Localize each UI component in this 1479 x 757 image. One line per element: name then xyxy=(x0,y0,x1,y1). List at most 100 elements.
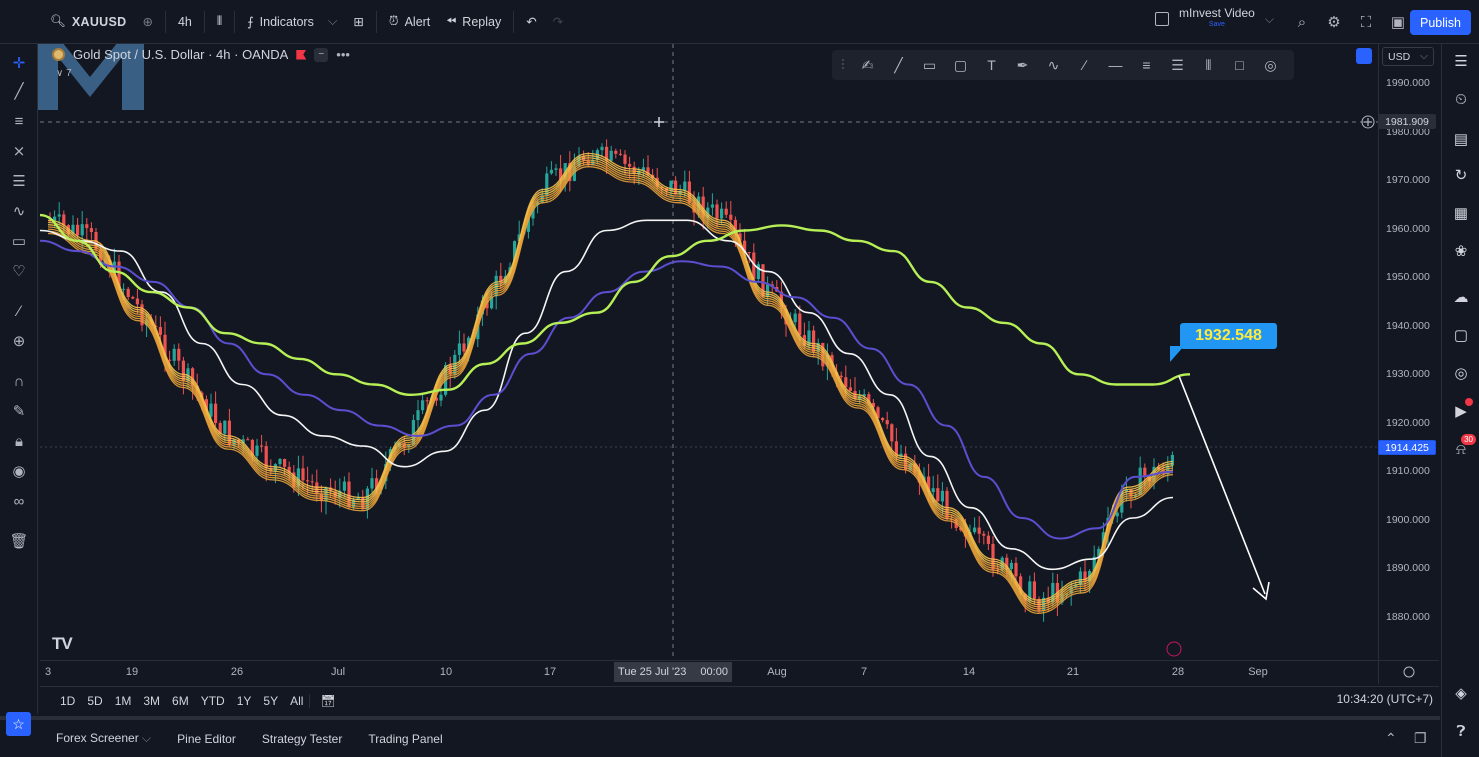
tab-forex-screener[interactable]: Forex Screener ⌵ xyxy=(56,731,151,746)
projection-icon[interactable]: ☰ xyxy=(8,170,30,192)
time-axis-label: Aug xyxy=(767,666,787,678)
quick-search-icon[interactable]: ⌕ xyxy=(1292,12,1312,32)
target-icon[interactable]: ◎ xyxy=(1255,52,1286,78)
range-1m[interactable]: 1M xyxy=(109,694,138,708)
rectangle-icon[interactable]: ▢ xyxy=(945,52,976,78)
bell-icon[interactable]: ⍾ 30 xyxy=(1450,434,1476,460)
line-tool-icon[interactable]: ╱ xyxy=(883,52,914,78)
tab-strategy-tester[interactable]: Strategy Tester xyxy=(262,732,342,746)
candle-body xyxy=(260,445,264,447)
alert-button[interactable]: ⏰︎ Alert xyxy=(381,7,438,37)
link-icon[interactable]: ∞ xyxy=(8,490,30,512)
callout-tool-icon[interactable]: ▭ xyxy=(914,52,945,78)
heart-icon[interactable]: ♡ xyxy=(8,260,30,282)
fib-icon[interactable]: ≡ xyxy=(8,110,30,132)
range-1d[interactable]: 1D xyxy=(54,694,81,708)
ruler-icon[interactable]: ∕ xyxy=(8,300,30,322)
interval-button[interactable]: 4h xyxy=(170,7,200,37)
watchlist-icon[interactable]: ☰ xyxy=(1450,50,1472,72)
range-6m[interactable]: 6M xyxy=(166,694,195,708)
maximize-panel-icon[interactable]: ❐ xyxy=(1414,730,1427,747)
goto-date-icon[interactable]: 📅︎ xyxy=(309,693,341,708)
streams-icon[interactable]: ◎ xyxy=(1450,362,1472,384)
gear-icon[interactable]: ⚙︎ xyxy=(1324,12,1344,32)
range-5y[interactable]: 5Y xyxy=(257,694,284,708)
trend-line-icon[interactable]: ╱ xyxy=(8,80,30,102)
price-chart[interactable] xyxy=(40,44,1439,684)
favorites-star-icon[interactable]: ☆ xyxy=(6,712,31,736)
collapse-button[interactable]: − xyxy=(314,47,329,62)
lock-icon[interactable]: 🔒︎ xyxy=(8,430,30,452)
chevron-down-icon[interactable]: ∨ xyxy=(56,68,63,79)
fullscreen-icon[interactable]: ⛶ xyxy=(1356,12,1376,32)
hotlist-icon[interactable]: ↻ xyxy=(1450,164,1472,186)
news-icon[interactable]: ▤ xyxy=(1450,128,1472,150)
chat-icon[interactable]: ▢ xyxy=(1450,324,1472,346)
ray-icon[interactable]: ∕ xyxy=(1069,52,1100,78)
axis-settings-icon xyxy=(1403,666,1415,678)
layers-icon[interactable]: ◈ xyxy=(1450,682,1472,704)
ideas-bulb-icon[interactable]: ❀ xyxy=(1450,240,1472,262)
bars-pattern-icon[interactable]: ⫴ xyxy=(1193,52,1224,78)
magnet-icon[interactable]: ∩ xyxy=(8,370,30,392)
path-icon[interactable]: ∿ xyxy=(1038,52,1069,78)
currency-selector[interactable]: USD ⌵ xyxy=(1382,47,1434,66)
templates-button[interactable]: ⊞ xyxy=(345,7,371,37)
collapse-panel-icon[interactable]: ⌃ xyxy=(1385,730,1397,747)
time-axis-label: 10 xyxy=(439,666,453,678)
pitchfork-icon[interactable]: ☰ xyxy=(1162,52,1193,78)
range-all[interactable]: All xyxy=(284,694,309,708)
price-axis-label: 1940.000 xyxy=(1386,319,1430,332)
gold-logo-icon xyxy=(52,48,65,61)
compare-button[interactable]: ⊕ xyxy=(134,7,160,37)
eye-icon[interactable]: ◉ xyxy=(8,460,30,482)
layout-checkbox[interactable] xyxy=(1155,12,1169,26)
pencil-lock-icon[interactable]: ✎ xyxy=(8,400,30,422)
candle-body xyxy=(982,533,986,536)
indicators-button[interactable]: ⨍ Indicators ⌵ xyxy=(239,7,345,37)
candle-body xyxy=(319,494,323,501)
candle-body xyxy=(986,535,990,544)
brush-icon[interactable]: ✍︎ xyxy=(852,52,883,78)
range-1y[interactable]: 1Y xyxy=(231,694,258,708)
tab-trading-panel[interactable]: Trading Panel xyxy=(368,732,442,746)
horizontal-line-icon[interactable]: — xyxy=(1100,52,1131,78)
pattern-icon[interactable]: ⨯ xyxy=(8,140,30,162)
time-axis-label: 26 xyxy=(230,666,244,678)
parallel-channel-icon[interactable]: ≡ xyxy=(1131,52,1162,78)
replay-button[interactable]: ⏪︎ Replay xyxy=(438,7,509,37)
camera-icon[interactable]: ▣ xyxy=(1388,12,1408,32)
calendar-icon[interactable]: ▦ xyxy=(1450,202,1472,224)
trash-icon[interactable]: 🗑︎ xyxy=(8,530,30,552)
zoom-in-icon[interactable]: ⊕ xyxy=(8,330,30,352)
undo-button[interactable]: ↶ xyxy=(518,7,544,37)
more-icon[interactable]: ••• xyxy=(336,47,350,62)
tab-pine-editor[interactable]: Pine Editor xyxy=(177,732,236,746)
chart-type-button[interactable]: ⫴ xyxy=(209,7,230,37)
symbol-search[interactable]: 🔍︎ XAUUSD xyxy=(42,7,134,37)
comment-icon[interactable]: □ xyxy=(1224,52,1255,78)
pen-icon[interactable]: ✒︎ xyxy=(1007,52,1038,78)
crosshair-icon[interactable]: ✛ xyxy=(8,52,30,74)
text-tool-icon[interactable]: T xyxy=(976,52,1007,78)
candle-body xyxy=(439,394,443,401)
alerts-clock-icon[interactable]: ⏲︎ xyxy=(1450,88,1472,110)
publish-button[interactable]: Publish xyxy=(1410,10,1471,35)
candle-body xyxy=(177,348,181,361)
candle-body xyxy=(798,313,802,336)
brush-icon[interactable]: ∿ xyxy=(8,200,30,222)
time-axis-label: Sep xyxy=(1248,666,1268,678)
redo-button[interactable]: ↷ xyxy=(545,7,571,37)
text-icon[interactable]: ▭ xyxy=(8,230,30,252)
chart-settings-button[interactable] xyxy=(1356,48,1372,64)
layout-selector[interactable]: mInvest Video Save ⌵ xyxy=(1155,7,1274,30)
broadcast-icon[interactable]: ▶︎ xyxy=(1450,398,1473,422)
help-icon[interactable]: ❓︎ xyxy=(1450,720,1472,742)
range-3m[interactable]: 3M xyxy=(137,694,166,708)
cloud-icon[interactable]: ☁︎ xyxy=(1450,286,1472,308)
clock[interactable]: 10:34:20 (UTC+7) xyxy=(1337,692,1433,706)
range-ytd[interactable]: YTD xyxy=(195,694,231,708)
range-5d[interactable]: 5D xyxy=(81,694,108,708)
price-callout[interactable]: 1932.548 xyxy=(1180,323,1277,349)
drag-handle-icon[interactable]: ⠇ xyxy=(838,52,852,78)
